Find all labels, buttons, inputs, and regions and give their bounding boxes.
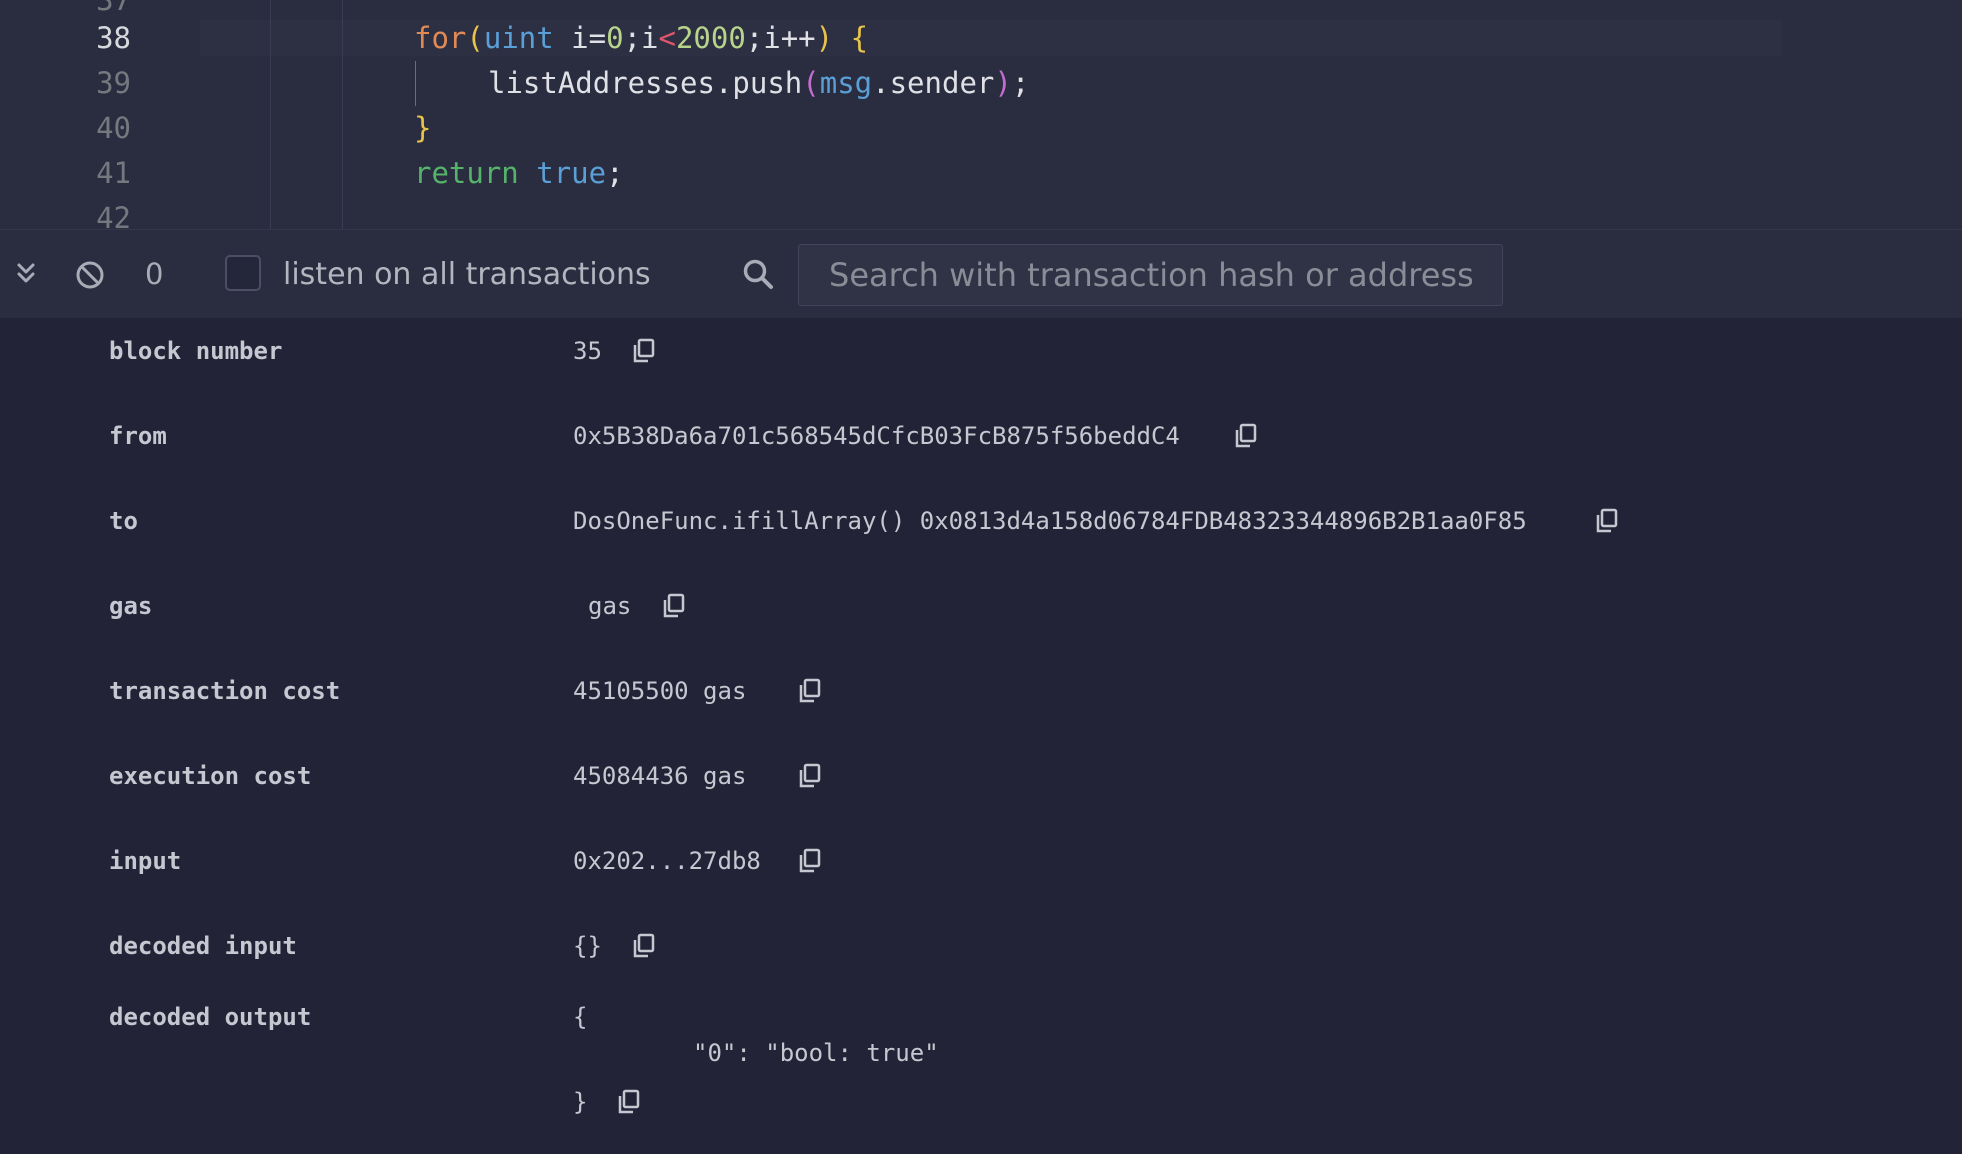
detail-label: block number bbox=[109, 337, 283, 365]
detail-label: decoded input bbox=[109, 932, 297, 960]
detail-label: transaction cost bbox=[109, 677, 341, 705]
line-number: 41 bbox=[96, 156, 131, 190]
copy-icon[interactable] bbox=[798, 763, 822, 789]
search-icon bbox=[743, 259, 773, 289]
token: listAddresses.push bbox=[488, 66, 803, 100]
code-editor[interactable]: 37 38 39 40 41 42 for(uint i=0;i<2000;i+… bbox=[0, 0, 1962, 229]
line-number: 42 bbox=[96, 201, 131, 229]
line-number-active: 38 bbox=[96, 21, 131, 55]
collapse-chevrons-icon[interactable] bbox=[10, 259, 42, 291]
detail-label: gas bbox=[109, 592, 153, 620]
detail-label: input bbox=[109, 847, 182, 875]
code-line-41[interactable]: return true; bbox=[414, 151, 624, 196]
detail-label: decoded output bbox=[109, 1003, 312, 1031]
detail-label: execution cost bbox=[109, 762, 312, 790]
token: for bbox=[414, 21, 467, 55]
transaction-search-input[interactable] bbox=[798, 244, 1503, 306]
token: msg bbox=[819, 66, 873, 100]
detail-label: to bbox=[109, 507, 138, 535]
code-line-40[interactable]: } bbox=[414, 106, 431, 151]
json-open-brace: { bbox=[573, 1003, 588, 1031]
indent-guide bbox=[270, 0, 271, 229]
token: ; bbox=[1011, 66, 1030, 100]
token: ; bbox=[606, 156, 624, 190]
token: return bbox=[414, 156, 519, 190]
listen-all-label[interactable]: listen on all transactions bbox=[283, 252, 651, 297]
token: uint bbox=[483, 21, 554, 55]
clear-ban-icon[interactable] bbox=[74, 259, 106, 291]
token: ) bbox=[994, 66, 1012, 100]
detail-value: 45084436 gas bbox=[573, 762, 747, 790]
pending-transaction-count: 0 bbox=[145, 257, 164, 291]
token: 0 bbox=[606, 21, 624, 55]
detail-value: 0x202...27db8 bbox=[573, 847, 761, 875]
copy-icon[interactable] bbox=[662, 593, 686, 619]
terminal-toolbar: 0 listen on all transactions bbox=[0, 229, 1962, 318]
copy-icon[interactable] bbox=[617, 1089, 641, 1115]
token: ;i++ bbox=[745, 21, 816, 55]
token: } bbox=[414, 111, 432, 145]
transaction-details: block number 35 from 0x5B38Da6a701c56854… bbox=[0, 318, 1962, 1154]
json-close-brace: } bbox=[573, 1088, 588, 1116]
detail-value: 45105500 gas bbox=[573, 677, 747, 705]
detail-value: DosOneFunc.ifillArray() 0x0813d4a158d067… bbox=[573, 507, 1527, 535]
copy-icon[interactable] bbox=[632, 338, 656, 364]
indent-guide-active bbox=[415, 61, 416, 106]
indent-guide bbox=[342, 0, 343, 229]
detail-value: gas bbox=[588, 592, 632, 620]
json-entry: "0": "bool: true" bbox=[693, 1039, 939, 1067]
token: < bbox=[658, 21, 676, 55]
line-number: 40 bbox=[96, 111, 131, 145]
copy-icon[interactable] bbox=[632, 933, 656, 959]
detail-value: 0x5B38Da6a701c568545dCfcB03FcB875f56bedd… bbox=[573, 422, 1180, 450]
code-line-39[interactable]: listAddresses.push(msg.sender); bbox=[488, 61, 1029, 106]
copy-icon[interactable] bbox=[1234, 423, 1258, 449]
detail-value: {} bbox=[573, 932, 602, 960]
copy-icon[interactable] bbox=[1595, 508, 1619, 534]
copy-icon[interactable] bbox=[798, 678, 822, 704]
line-number: 39 bbox=[96, 66, 131, 100]
token: 2000 bbox=[675, 21, 746, 55]
listen-all-checkbox[interactable] bbox=[225, 255, 261, 291]
token: .sender bbox=[872, 66, 995, 100]
editor-minimap[interactable] bbox=[1782, 0, 1962, 229]
token: ;i bbox=[623, 21, 659, 55]
token: ( bbox=[802, 66, 820, 100]
token: true bbox=[536, 156, 607, 190]
code-line-38[interactable]: for(uint i=0;i<2000;i++) { bbox=[414, 16, 868, 61]
detail-value: 35 bbox=[573, 337, 602, 365]
token: ) bbox=[815, 21, 834, 55]
copy-icon[interactable] bbox=[798, 848, 822, 874]
token: ( bbox=[466, 21, 484, 55]
detail-label: from bbox=[109, 422, 167, 450]
token: i= bbox=[553, 21, 607, 55]
token: { bbox=[850, 21, 869, 55]
